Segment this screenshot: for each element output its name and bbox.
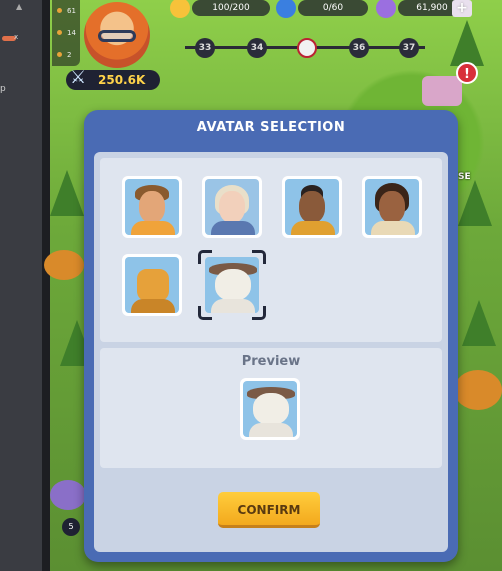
body-shape: [131, 221, 175, 235]
up-arrow-icon: ▲: [16, 2, 23, 11]
level-progress-track: 33 34 36 37: [175, 38, 435, 58]
alert-badge[interactable]: !: [456, 62, 478, 84]
preview-section: Preview: [100, 348, 442, 468]
rock-icon: [50, 480, 86, 510]
body-shape: [249, 423, 293, 437]
curly-woman-avatar-icon: [365, 179, 419, 235]
avatar-option-bearded-man[interactable]: [122, 176, 182, 238]
head-shape: [219, 191, 245, 223]
sword-icon: ⚔: [70, 67, 87, 88]
tree-icon: [50, 170, 84, 216]
editor-divider: [42, 0, 50, 571]
bearded-man-avatar-icon: [125, 179, 179, 235]
head-shape: [215, 269, 251, 301]
game-screen: ▲ x p 61 14 2 100/200 0/60 61,900 + ⚔ 25…: [0, 0, 502, 571]
bolt-counter: 0/60: [298, 0, 368, 16]
avatar-option-yeti[interactable]: [198, 250, 266, 320]
body-shape: [131, 299, 175, 313]
body-shape: [291, 221, 335, 235]
head-shape: [299, 191, 325, 223]
count-badge: 5: [62, 518, 80, 536]
modal-title: AVATAR SELECTION: [196, 120, 346, 135]
shield-icon: [170, 0, 190, 18]
level-node[interactable]: 33: [195, 38, 215, 58]
editor-marker: x: [14, 33, 19, 41]
mohawk-man-avatar-icon: [285, 179, 339, 235]
selection-corner: [198, 306, 212, 320]
avatar-option-robot[interactable]: [122, 254, 182, 316]
glasses-icon: [98, 30, 136, 42]
editor-letter: p: [0, 84, 6, 94]
body-shape: [211, 299, 255, 313]
selection-corner: [252, 250, 266, 264]
level-node[interactable]: 37: [399, 38, 419, 58]
bush-icon: [44, 250, 84, 280]
avatar-option-mohawk-man[interactable]: [282, 176, 342, 238]
confirm-button[interactable]: CONFIRM: [218, 492, 320, 528]
resource-bar: 100/200 0/60 61,900: [170, 0, 490, 18]
avatar-option-blonde-woman[interactable]: [202, 176, 262, 238]
tree-icon: [458, 180, 492, 226]
counter-1: 61: [52, 0, 80, 22]
avatar-option-curly-woman[interactable]: [362, 176, 422, 238]
level-node[interactable]: 36: [349, 38, 369, 58]
boss-level-icon[interactable]: [297, 38, 317, 58]
tree-icon: [450, 20, 484, 66]
avatar-selection-modal: AVATAR SELECTION Preview CONFIRM: [84, 110, 458, 562]
preview-label: Preview: [241, 354, 301, 369]
selection-corner: [252, 306, 266, 320]
head-shape: [137, 269, 169, 301]
body-shape: [371, 221, 415, 235]
avatar-grid: [100, 158, 442, 342]
body-shape: [211, 221, 255, 235]
level-node[interactable]: 34: [247, 38, 267, 58]
blonde-woman-avatar-icon: [205, 179, 259, 235]
bolt-icon: [276, 0, 296, 18]
power-value: 250.6K: [98, 73, 146, 87]
selection-corner: [198, 250, 212, 264]
chest-icon[interactable]: [422, 76, 462, 106]
modal-panel: Preview CONFIRM: [94, 152, 448, 552]
head-shape: [379, 191, 405, 223]
editor-side-panel: ▲ x p: [0, 0, 42, 571]
energy-counter: 100/200: [192, 0, 270, 16]
player-avatar-portrait[interactable]: [84, 2, 150, 68]
add-resource-button[interactable]: +: [452, 0, 472, 17]
robot-avatar-icon: [125, 257, 179, 313]
counter-3: 2: [52, 44, 80, 66]
bush-icon: [454, 370, 502, 410]
side-label: SE: [458, 172, 471, 182]
head-shape: [253, 393, 289, 425]
yeti-avatar-icon: [205, 257, 259, 313]
counter-2: 14: [52, 22, 80, 44]
side-counters: 61 14 2: [52, 0, 80, 66]
head-shape: [139, 191, 165, 223]
yeti-avatar-icon: [243, 381, 297, 437]
preview-avatar: [240, 378, 300, 440]
power-badge: ⚔ 250.6K: [66, 67, 160, 90]
tree-icon: [462, 300, 496, 346]
gem-icon: [376, 0, 396, 18]
